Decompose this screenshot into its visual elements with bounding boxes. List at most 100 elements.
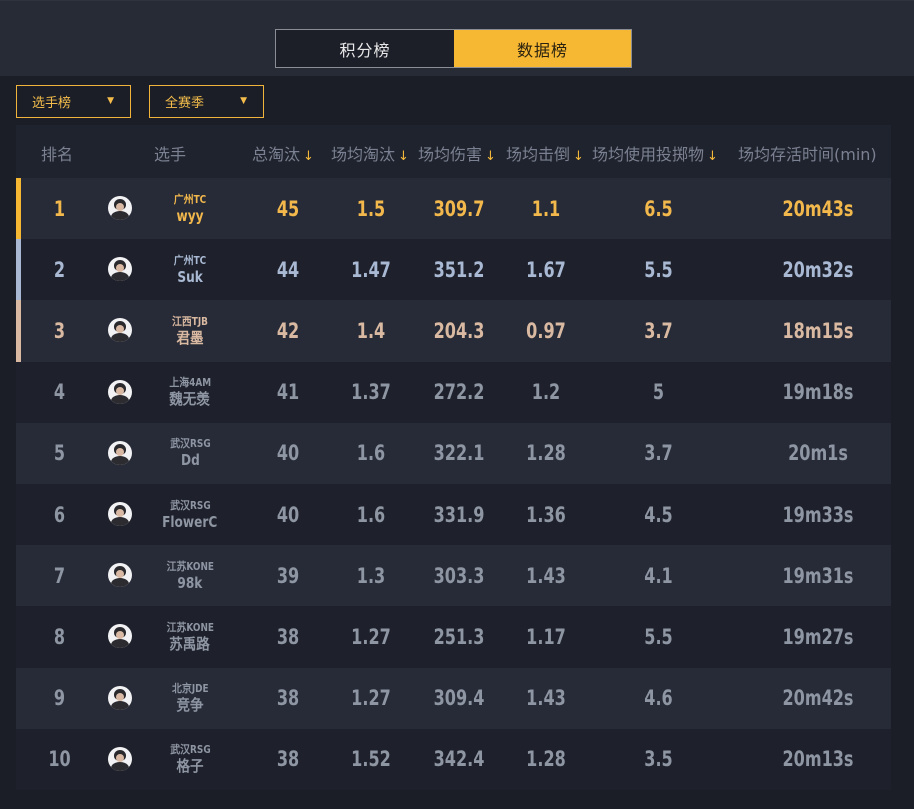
player-info[interactable]: 武汉RSG FlowerC	[146, 484, 234, 545]
cell-avg-knocks: 1.43	[526, 563, 566, 588]
cell-avg-damage: 272.2	[433, 380, 485, 405]
cell-avg-kills: 1.37	[351, 380, 391, 405]
player-info[interactable]: 武汉RSG Dd	[146, 423, 234, 484]
sort-arrow-icon: ↓	[485, 149, 496, 164]
table-row[interactable]: 6 40 1.6 331.9 1.36 4.5 19m33s 武汉RSG FlowerC	[16, 483, 891, 546]
player-avatar	[108, 624, 132, 649]
cell-kills: 45	[276, 196, 300, 221]
cell-avg-kills: 1.4	[356, 318, 386, 343]
cell-rank: 9	[53, 686, 66, 711]
cell-avg-knocks: 1.17	[526, 624, 566, 649]
team-name: 北京JDE	[171, 682, 209, 696]
cell-avg-kills: 1.47	[351, 257, 391, 282]
cell-avg-knocks: 1.28	[526, 747, 566, 772]
player-info[interactable]: 江苏KONE 98k	[146, 545, 234, 606]
cell-avg-damage: 251.3	[433, 624, 485, 649]
col-avg-throwables-label: 场均使用投掷物	[592, 145, 705, 164]
player-info[interactable]: 广州TC Suk	[146, 239, 234, 300]
cell-avg-knocks: 0.97	[526, 318, 566, 343]
col-avg-damage[interactable]: 场均伤害 ↓	[418, 141, 496, 165]
player-info[interactable]: 广州TC wyy	[146, 178, 234, 239]
table-header: 排名 选手 总淘汰 ↓ 场均淘汰 ↓ 场均伤害 ↓ 场均击倒 ↓ 场均使用投掷物 ↓ 场均…	[16, 125, 891, 178]
player-info[interactable]: 江西TJB 君墨	[146, 300, 234, 361]
season-dropdown[interactable]: 全赛季 ▼	[149, 85, 264, 118]
rank-highlight-bar	[16, 178, 21, 240]
cell-avg-damage: 204.3	[433, 318, 485, 343]
tab-stats[interactable]: 数据榜	[454, 30, 631, 67]
player-info[interactable]: 上海4AM 魏无羡	[146, 362, 234, 423]
team-name: 广州TC	[173, 192, 207, 206]
cell-avg-knocks: 1.28	[526, 441, 566, 466]
cell-avg-survival: 20m43s	[782, 196, 854, 221]
team-name: 武汉RSG	[169, 437, 211, 451]
cell-avg-throwables: 3.7	[644, 441, 673, 466]
team-name: 武汉RSG	[169, 743, 211, 757]
cell-avg-kills: 1.52	[351, 747, 391, 772]
cell-avg-throwables: 6.5	[644, 196, 673, 221]
cell-kills: 39	[276, 563, 300, 588]
team-name: 江苏KONE	[166, 620, 214, 634]
cell-avg-damage: 303.3	[433, 563, 485, 588]
cell-rank: 10	[48, 747, 71, 772]
cell-avg-kills: 1.6	[356, 502, 386, 527]
cell-avg-survival: 19m18s	[782, 380, 854, 405]
cell-avg-damage: 331.9	[433, 502, 485, 527]
cell-avg-throwables: 4.6	[644, 686, 673, 711]
col-avg-knocks[interactable]: 场均击倒 ↓	[506, 141, 584, 165]
player-info[interactable]: 武汉RSG 格子	[146, 729, 234, 790]
cell-kills: 38	[276, 624, 300, 649]
table-row[interactable]: 7 39 1.3 303.3 1.43 4.1 19m31s 江苏KONE 98k	[16, 545, 891, 607]
col-avg-throwables[interactable]: 场均使用投掷物 ↓	[592, 141, 718, 165]
cell-avg-damage: 342.4	[433, 747, 485, 772]
table-row[interactable]: 1 45 1.5 309.7 1.1 6.5 20m43s 广州TC wyy	[16, 178, 891, 240]
cell-avg-damage: 309.7	[433, 196, 485, 221]
player-avatar	[108, 257, 132, 282]
col-avg-damage-label: 场均伤害	[418, 145, 483, 164]
cell-avg-knocks: 1.43	[526, 686, 566, 711]
player-avatar	[108, 685, 132, 710]
cell-avg-knocks: 1.1	[531, 196, 561, 221]
cell-kills: 40	[276, 502, 300, 527]
player-info[interactable]: 江苏KONE 苏禹路	[146, 606, 234, 667]
col-avg-survival[interactable]: 场均存活时间(min)	[738, 141, 877, 165]
table-row[interactable]: 9 38 1.27 309.4 1.43 4.6 20m42s 北京JDE 竞争	[16, 667, 891, 729]
sort-arrow-icon: ↓	[303, 149, 314, 164]
cell-kills: 41	[276, 380, 300, 405]
table-row[interactable]: 3 42 1.4 204.3 0.97 3.7 18m15s 江西TJB 君墨	[16, 300, 891, 362]
col-kills-label: 总淘汰	[252, 145, 301, 164]
cell-rank: 4	[53, 380, 66, 405]
col-avg-kills-label: 场均淘汰	[331, 145, 396, 164]
team-name: 江苏KONE	[166, 559, 214, 573]
cell-kills: 42	[276, 318, 300, 343]
cell-avg-throwables: 5.5	[644, 624, 673, 649]
tab-group: 积分榜 数据榜	[275, 29, 632, 68]
cell-kills: 38	[276, 686, 300, 711]
cell-avg-damage: 309.4	[433, 686, 485, 711]
player-name: 魏无羡	[169, 390, 211, 409]
player-avatar	[108, 196, 132, 220]
cell-rank: 8	[53, 624, 66, 649]
player-name: 竞争	[176, 696, 204, 715]
cell-kills: 44	[276, 257, 300, 282]
cell-avg-throwables: 3.7	[644, 318, 673, 343]
cell-avg-throwables: 5.5	[644, 257, 673, 282]
col-player: 选手	[154, 145, 187, 164]
player-info[interactable]: 北京JDE 竞争	[146, 668, 234, 729]
table-row[interactable]: 10 38 1.52 342.4 1.28 3.5 20m13s 武汉RSG 格子	[16, 728, 891, 790]
rank-highlight-bar	[16, 239, 21, 301]
table-row[interactable]: 5 40 1.6 322.1 1.28 3.7 20m1s 武汉RSG Dd	[16, 422, 891, 484]
col-kills[interactable]: 总淘汰 ↓	[252, 141, 314, 165]
cell-avg-survival: 20m1s	[788, 441, 848, 466]
cell-rank: 2	[53, 257, 66, 282]
col-avg-kills[interactable]: 场均淘汰 ↓	[331, 141, 409, 165]
cell-rank: 1	[53, 196, 66, 221]
cell-avg-throwables: 4.5	[644, 502, 673, 527]
board-type-dropdown[interactable]: 选手榜 ▼	[16, 85, 131, 118]
table-row[interactable]: 2 44 1.47 351.2 1.67 5.5 20m32s 广州TC Suk	[16, 239, 891, 301]
table-row[interactable]: 4 41 1.37 272.2 1.2 5 19m18s 上海4AM 魏无羡	[16, 361, 891, 423]
tab-standings[interactable]: 积分榜	[276, 30, 454, 67]
cell-avg-knocks: 1.2	[531, 380, 561, 405]
sort-arrow-icon: ↓	[573, 149, 584, 164]
caret-down-icon: ▼	[240, 96, 247, 106]
table-row[interactable]: 8 38 1.27 251.3 1.17 5.5 19m27s 江苏KONE 苏禹路	[16, 606, 891, 668]
